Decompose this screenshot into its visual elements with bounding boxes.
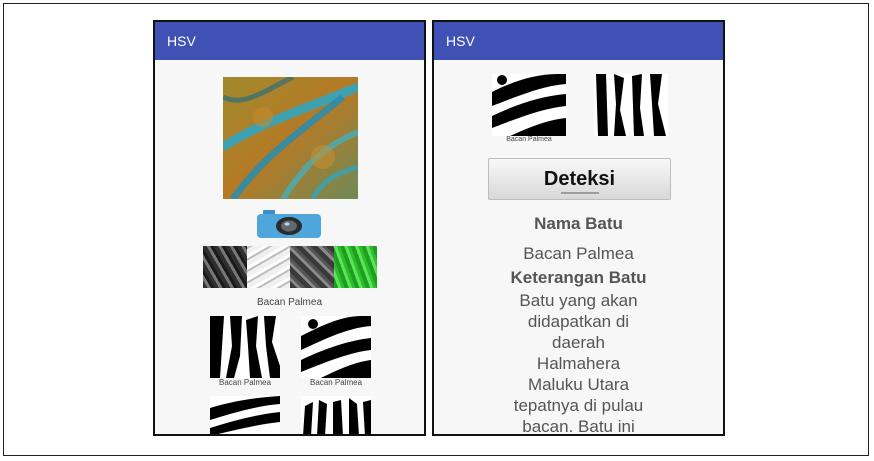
camera-button[interactable] bbox=[257, 210, 321, 238]
phone-screen-left: HSV Bacan Palmea Bacan Palmea Bacan Palm… bbox=[153, 20, 426, 436]
pattern-thumbnail bbox=[492, 74, 566, 136]
app-bar: HSV bbox=[155, 22, 424, 60]
pattern-thumbnail bbox=[301, 316, 371, 378]
desc-line: didapatkan di bbox=[527, 312, 630, 331]
thumb-caption: Bacan Palmea bbox=[506, 136, 552, 143]
desc-line: Batu yang akan bbox=[519, 291, 638, 310]
pattern-thumbnail bbox=[210, 316, 280, 378]
phone-screen-right: HSV Bacan Palmea Deteksi Nama Batu Bacan… bbox=[432, 20, 725, 436]
desc-line: daerah bbox=[552, 333, 605, 352]
pattern-thumbnail bbox=[301, 396, 371, 434]
stone-photo bbox=[223, 77, 358, 199]
stone-caption: Bacan Palmea bbox=[256, 297, 323, 308]
thumb-caption: Bacan Palmea bbox=[309, 378, 363, 387]
channel-image-3 bbox=[290, 246, 334, 288]
pattern-thumbnail bbox=[594, 74, 668, 136]
button-underline bbox=[561, 192, 599, 194]
name-heading: Nama Batu bbox=[534, 214, 623, 233]
app-title: HSV bbox=[167, 33, 196, 49]
channel-image-1 bbox=[203, 246, 247, 288]
desc-line: tepatnya di pulau bbox=[513, 396, 644, 415]
desc-line: bacan. Batu ini bbox=[522, 417, 635, 436]
desc-line: Maluku Utara bbox=[527, 375, 630, 394]
thumb-caption: Bacan Palmea bbox=[218, 378, 272, 387]
detect-button-label: Deteksi bbox=[543, 167, 616, 190]
name-value: Bacan Palmea bbox=[523, 244, 634, 263]
channel-image-4 bbox=[333, 246, 377, 288]
channel-image-2 bbox=[246, 246, 290, 288]
app-bar: HSV bbox=[434, 22, 723, 60]
description-text: Batu yang akan didapatkan di daerah Halm… bbox=[434, 290, 723, 436]
pattern-thumbnail bbox=[210, 396, 280, 434]
hsv-channel-strip bbox=[203, 246, 377, 288]
desc-line: Halmahera bbox=[536, 354, 621, 373]
desc-heading: Keterangan Batu bbox=[510, 268, 647, 287]
app-title: HSV bbox=[446, 33, 475, 49]
detect-button[interactable]: Deteksi bbox=[488, 158, 671, 200]
